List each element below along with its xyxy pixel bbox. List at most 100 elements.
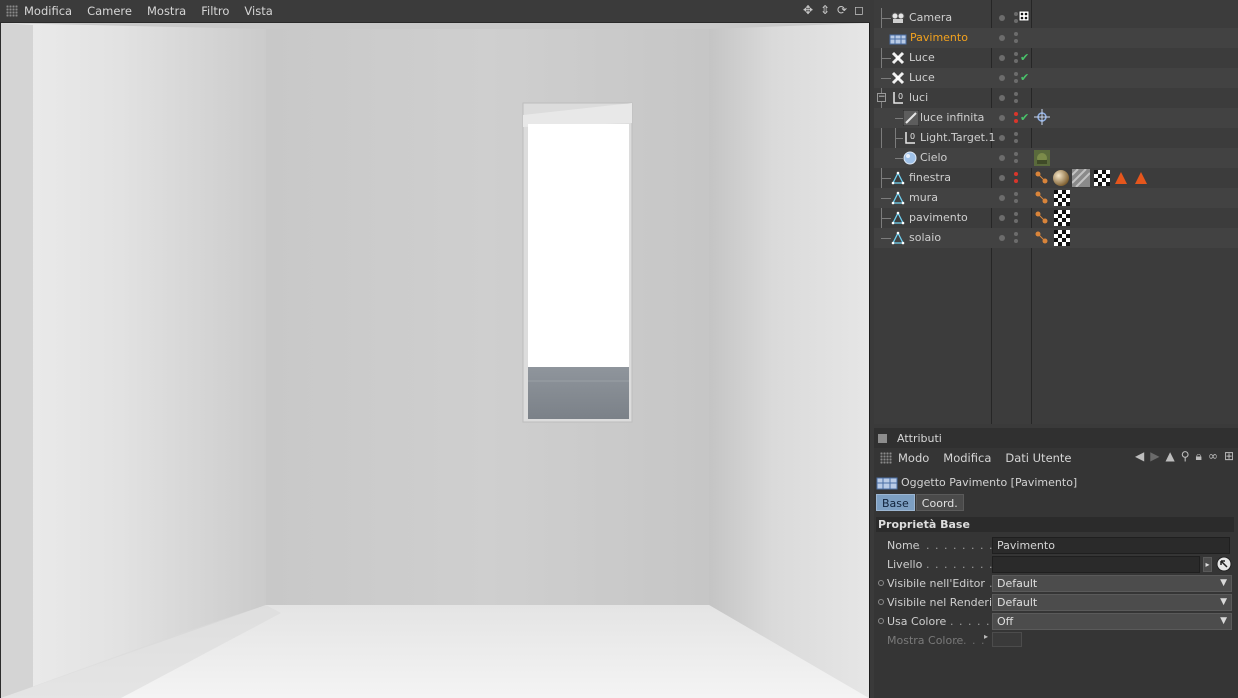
checker-texture-tag-icon[interactable] (1094, 170, 1110, 186)
phong-tag-icon[interactable] (1034, 190, 1050, 206)
attributes-header: Attributi (874, 428, 1238, 448)
checker-texture-tag-icon[interactable] (1054, 210, 1070, 226)
maximize-view-icon[interactable]: ◻ (852, 3, 866, 18)
infinite-light-icon (903, 110, 919, 126)
object-row-light-target[interactable]: 0 Light.Target.1 (874, 128, 1238, 148)
menu-vista[interactable]: Vista (244, 4, 272, 18)
object-row-cielo[interactable]: Cielo (874, 148, 1238, 168)
null-icon: 0 (893, 92, 903, 104)
viewport-menubar: Modifica Camere Mostra Filtro Vista ✥ ⇕ … (0, 0, 870, 23)
grip-icon[interactable] (6, 5, 18, 17)
prop-usa-colore: Usa Colore . . . . . . . . Off ▼ (874, 612, 1238, 631)
room-render (1, 23, 869, 698)
object-title: Oggetto Pavimento [Pavimento] (874, 471, 1077, 493)
menu-modifica[interactable]: Modifica (24, 4, 72, 18)
object-row-luce[interactable]: Luce ✔ (874, 48, 1238, 68)
phong-tag-icon[interactable] (1034, 210, 1050, 226)
object-row-mura[interactable]: mura (874, 188, 1238, 208)
forward-arrow-icon[interactable]: ▶ (1150, 449, 1159, 464)
material-texture-tag-icon[interactable] (1072, 169, 1090, 187)
object-row-luce-infinita[interactable]: luce infinita ✔ (874, 108, 1238, 128)
object-manager: Camera Pavimento Luce ✔ Luce ✔ − 0 luci … (874, 0, 1238, 424)
object-name[interactable]: pavimento (909, 211, 968, 224)
object-row-finestra[interactable]: finestra (874, 168, 1238, 188)
svg-text:0: 0 (910, 132, 915, 141)
keyframe-bullet[interactable] (878, 599, 884, 605)
keyframe-bullet[interactable] (878, 618, 884, 624)
keyframe-bullet[interactable] (878, 580, 884, 586)
prop-label: Visibile nel Rendering (887, 596, 1006, 609)
menu-dati-utente[interactable]: Dati Utente (1005, 451, 1071, 465)
object-row-pavimento[interactable]: Pavimento (874, 28, 1238, 48)
pick-layer-icon[interactable] (1216, 556, 1232, 572)
object-row-camera[interactable]: Camera (874, 8, 1238, 28)
collapse-toggle[interactable]: − (877, 93, 886, 102)
menu-modifica[interactable]: Modifica (943, 451, 991, 465)
object-row-pavimento-mesh[interactable]: pavimento (874, 208, 1238, 228)
menu-filtro[interactable]: Filtro (201, 4, 229, 18)
rotate-view-icon[interactable]: ⟳ (835, 3, 849, 18)
visible-rendering-select[interactable]: Default ▼ (992, 594, 1232, 611)
prop-visibile-editor: Visibile nell'Editor . . . Default ▼ (874, 574, 1238, 593)
up-arrow-icon[interactable]: ▲ (1166, 449, 1175, 464)
object-row-luce[interactable]: Luce ✔ (874, 68, 1238, 88)
object-name[interactable]: finestra (909, 171, 951, 184)
layer-field[interactable] (992, 556, 1200, 573)
render-viewport[interactable] (1, 23, 869, 698)
null-icon: 0 (905, 132, 915, 144)
object-name-active[interactable]: Pavimento (910, 31, 968, 44)
grip-icon[interactable] (880, 451, 892, 464)
menu-modo[interactable]: Modo (898, 451, 929, 465)
attributes-title: Attributi (897, 431, 942, 445)
target-tag-icon[interactable] (1018, 10, 1030, 22)
object-name[interactable]: luce infinita (920, 111, 984, 124)
warning-tag-icon[interactable] (1134, 171, 1148, 185)
object-row-luci[interactable]: − 0 luci (874, 88, 1238, 108)
lock-icon[interactable]: 🔒︎ (1196, 449, 1202, 464)
checker-texture-tag-icon[interactable] (1054, 230, 1070, 246)
menu-mostra[interactable]: Mostra (147, 4, 186, 18)
object-name[interactable]: solaio (909, 231, 941, 244)
object-row-solaio[interactable]: solaio (874, 228, 1238, 248)
tab-base[interactable]: Base (876, 494, 915, 511)
layer-arrow-button[interactable]: ▸ (1203, 557, 1212, 572)
enabled-check-icon[interactable]: ✔ (1020, 112, 1029, 123)
search-icon[interactable]: ⚲ (1181, 449, 1190, 464)
zoom-view-icon[interactable]: ⇕ (818, 3, 832, 18)
object-name[interactable]: Luce (909, 71, 935, 84)
object-name[interactable]: mura (909, 191, 938, 204)
warning-tag-icon[interactable] (1114, 171, 1128, 185)
enabled-check-icon[interactable]: ✔ (1020, 72, 1029, 83)
object-name[interactable]: luci (909, 91, 928, 104)
move-view-icon[interactable]: ✥ (801, 3, 815, 18)
menu-camere[interactable]: Camere (87, 4, 132, 18)
tab-coord[interactable]: Coord. (915, 494, 964, 511)
expand-arrow-icon[interactable]: ▸ (984, 632, 988, 641)
use-color-select[interactable]: Off ▼ (992, 613, 1232, 630)
object-name[interactable]: Light.Target.1 (920, 131, 995, 144)
checker-texture-tag-icon[interactable] (1054, 190, 1070, 206)
phong-tag-icon[interactable] (1034, 170, 1050, 186)
color-swatch[interactable] (992, 632, 1022, 647)
material-sphere-tag-icon[interactable] (1052, 169, 1070, 187)
prop-label: Usa Colore (887, 615, 947, 628)
prop-visibile-rendering: Visibile nel Rendering Default ▼ (874, 593, 1238, 612)
object-name[interactable]: Luce (909, 51, 935, 64)
viewport-panel: Modifica Camere Mostra Filtro Vista ✥ ⇕ … (0, 0, 870, 698)
target-expression-tag-icon[interactable] (1034, 109, 1050, 125)
sky-material-tag-icon[interactable] (1034, 150, 1050, 166)
back-arrow-icon[interactable]: ◀ (1135, 449, 1144, 464)
link-icon[interactable]: ∞ (1208, 449, 1218, 464)
viewport-nav-controls: ✥ ⇕ ⟳ ◻ (801, 3, 866, 18)
leader-dots: . . . . (954, 634, 986, 647)
object-title-text: Oggetto Pavimento [Pavimento] (901, 475, 1078, 489)
phong-tag-icon[interactable] (1034, 230, 1050, 246)
new-panel-icon[interactable]: ⊞ (1224, 449, 1234, 464)
name-field[interactable]: Pavimento (992, 537, 1230, 554)
object-name[interactable]: Cielo (920, 151, 947, 164)
visible-editor-select[interactable]: Default ▼ (992, 575, 1232, 592)
enabled-check-icon[interactable]: ✔ (1020, 52, 1029, 63)
panel-menu-icon[interactable] (878, 433, 887, 443)
object-name[interactable]: Camera (909, 11, 952, 24)
polygon-object-icon (891, 211, 905, 225)
